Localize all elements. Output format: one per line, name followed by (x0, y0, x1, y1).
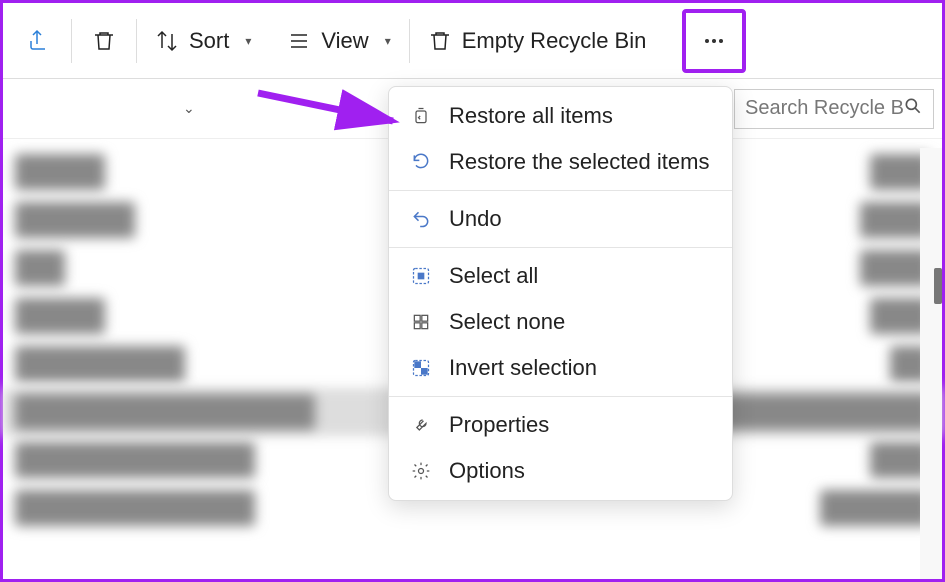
menu-separator (389, 396, 732, 397)
view-icon (287, 29, 311, 53)
delete-button[interactable] (72, 13, 136, 69)
trash-icon (428, 29, 452, 53)
menu-label: Select all (449, 263, 538, 289)
share-button[interactable] (7, 13, 71, 69)
menu-restore-selected[interactable]: Restore the selected items (389, 139, 732, 185)
menu-options[interactable]: Options (389, 448, 732, 494)
menu-label: Select none (449, 309, 565, 335)
empty-label: Empty Recycle Bin (462, 28, 647, 54)
toolbar: Sort ▾ View ▾ Empty Recycle Bin (3, 3, 942, 79)
view-label: View (321, 28, 368, 54)
select-none-icon (409, 312, 433, 332)
restore-all-icon (409, 106, 433, 126)
chevron-down-icon[interactable]: ⌄ (183, 100, 195, 117)
chevron-down-icon: ▾ (385, 34, 391, 48)
undo-icon (409, 209, 433, 229)
menu-label: Restore all items (449, 103, 613, 129)
empty-recycle-bin-button[interactable]: Empty Recycle Bin (410, 13, 665, 69)
menu-invert-selection[interactable]: Invert selection (389, 345, 732, 391)
menu-properties[interactable]: Properties (389, 402, 732, 448)
menu-label: Restore the selected items (449, 149, 709, 175)
menu-restore-all[interactable]: Restore all items (389, 93, 732, 139)
menu-select-all[interactable]: Select all (389, 253, 732, 299)
view-button[interactable]: View ▾ (269, 13, 408, 69)
select-all-icon (409, 266, 433, 286)
chevron-down-icon: ▾ (245, 34, 251, 48)
scrollbar[interactable] (920, 148, 942, 579)
menu-separator (389, 247, 732, 248)
context-menu: Restore all items Restore the selected i… (388, 86, 733, 501)
more-options-button[interactable] (682, 9, 746, 73)
menu-undo[interactable]: Undo (389, 196, 732, 242)
menu-label: Options (449, 458, 525, 484)
sort-label: Sort (189, 28, 229, 54)
menu-label: Invert selection (449, 355, 597, 381)
sort-button[interactable]: Sort ▾ (137, 13, 269, 69)
gear-icon (409, 461, 433, 481)
menu-separator (389, 190, 732, 191)
scroll-thumb[interactable] (934, 268, 942, 304)
menu-label: Properties (449, 412, 549, 438)
trash-icon (92, 29, 116, 53)
search-input[interactable]: Search Recycle Bin (734, 89, 934, 129)
search-icon (903, 96, 923, 122)
search-placeholder: Search Recycle Bin (745, 97, 903, 120)
menu-label: Undo (449, 206, 502, 232)
restore-selected-icon (409, 152, 433, 172)
menu-select-none[interactable]: Select none (389, 299, 732, 345)
more-icon (702, 29, 726, 53)
invert-selection-icon (409, 358, 433, 378)
sort-icon (155, 29, 179, 53)
share-icon (27, 29, 51, 53)
wrench-icon (409, 415, 433, 435)
